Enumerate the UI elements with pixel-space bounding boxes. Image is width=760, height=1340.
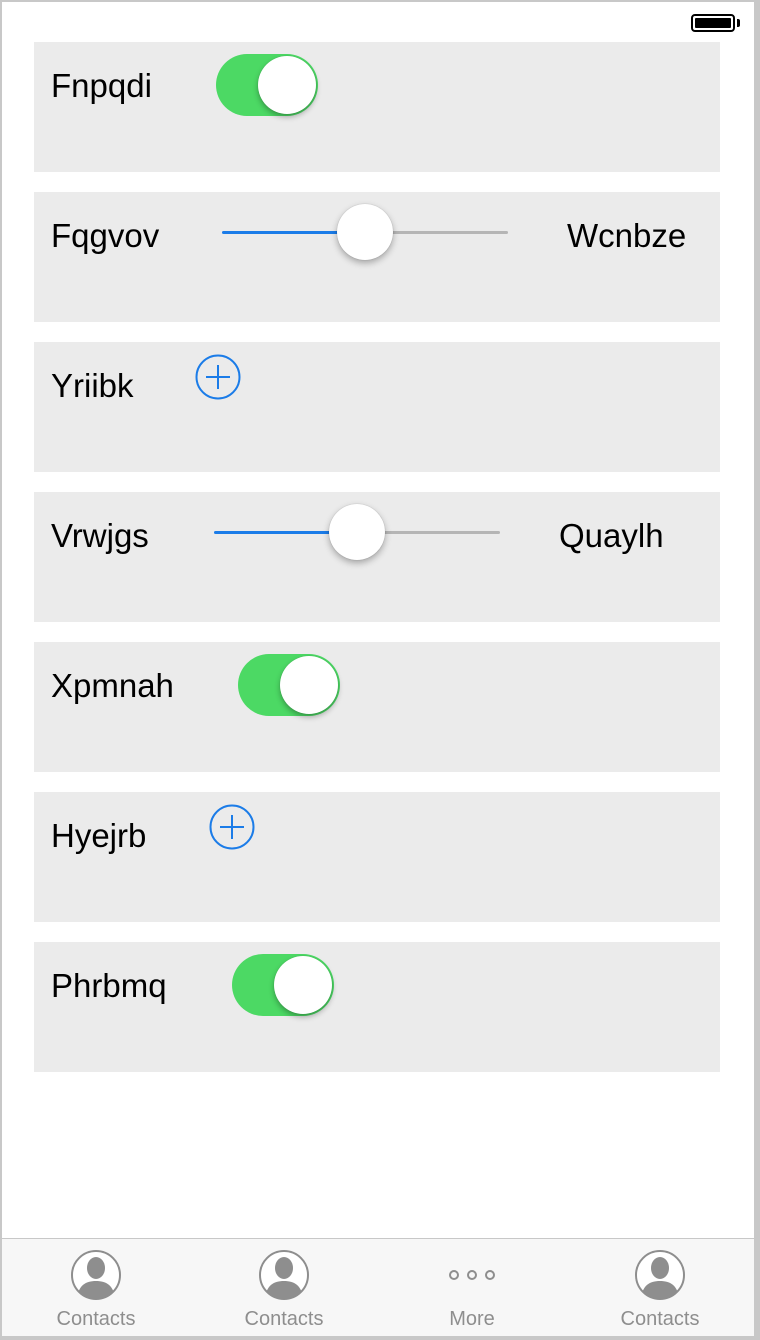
row-label: Vrwjgs [51,517,149,554]
list-row-hyejrb: Hyejrb [34,792,720,922]
row-label: Hyejrb [51,817,147,854]
tab-bar: Contacts Contacts More Contacts [2,1238,754,1336]
tab-label: Contacts [244,1308,324,1330]
list-row-xpmnah: Xpmnah [34,642,720,772]
add-circle-icon[interactable] [209,804,255,850]
toggle-knob [274,956,332,1014]
tab-contacts-3[interactable]: Contacts [566,1239,754,1336]
list-row-yriibk: Yriibk [34,342,720,472]
tab-more[interactable]: More [378,1239,566,1336]
tab-label: Contacts [56,1308,136,1330]
contact-icon [635,1250,685,1300]
slider-thumb[interactable] [337,204,393,260]
row-label: Fqgvov [51,217,160,254]
tab-label: More [449,1308,495,1330]
tab-contacts-2[interactable]: Contacts [190,1239,378,1336]
more-icon [449,1270,495,1280]
list-row-vrwjgs: Vrwjgs Quaylh [34,492,720,622]
battery-tip [737,19,740,27]
toggle-knob [280,656,338,714]
toggle-switch[interactable] [232,954,334,1016]
slider[interactable] [214,502,500,562]
row-label: Phrbmq [51,967,167,1004]
list-row-phrbmq: Phrbmq [34,942,720,1072]
toggle-knob [258,56,316,114]
tab-label: Contacts [620,1308,700,1330]
slider-max-label: Wcnbze [567,217,687,254]
row-label: Yriibk [51,367,134,404]
slider-thumb[interactable] [329,504,385,560]
slider-max-label: Quaylh [559,517,664,554]
contact-icon [71,1250,121,1300]
slider[interactable] [222,202,508,262]
battery-icon [691,14,735,32]
add-circle-icon[interactable] [195,354,241,400]
list-row-fnpqdi: Fnpqdi [34,42,720,172]
list-row-fqgvov: Fqgvov Wcnbze [34,192,720,322]
tab-contacts-1[interactable]: Contacts [2,1239,190,1336]
app-screen: Fnpqdi Fqgvov Wcnbze Yriibk Vrwjgs Quayl… [2,2,754,1336]
toggle-switch[interactable] [216,54,318,116]
row-label: Fnpqdi [51,67,152,104]
row-label: Xpmnah [51,667,174,704]
toggle-switch[interactable] [238,654,340,716]
contact-icon [259,1250,309,1300]
